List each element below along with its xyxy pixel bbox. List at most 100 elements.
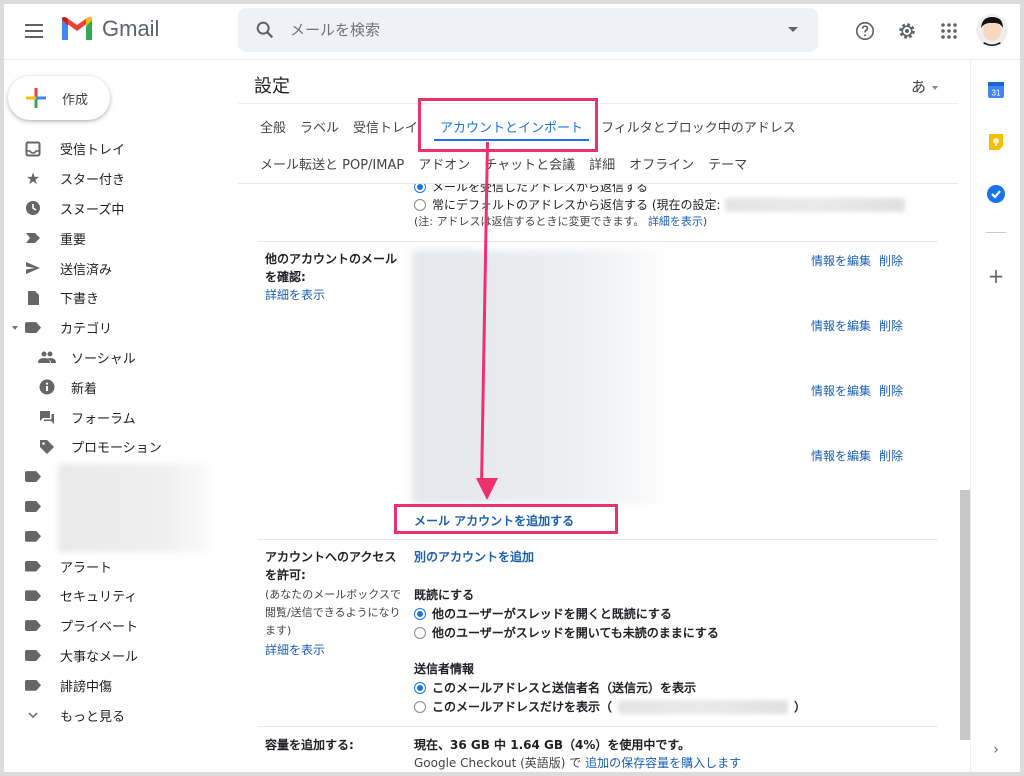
edit-info-link[interactable]: 情報を編集 xyxy=(811,254,871,268)
reply-option-received[interactable]: メールを受信したアドレスから返信する xyxy=(414,184,648,195)
tab-offline[interactable]: オフライン xyxy=(629,154,694,173)
sidebar-item-security[interactable]: セキュリティ xyxy=(4,581,234,611)
radio-button[interactable] xyxy=(414,681,426,694)
tab-forwarding[interactable]: メール転送と POP/IMAP xyxy=(260,154,404,173)
label-icon xyxy=(24,676,42,694)
sidebar-item-important[interactable]: 重要 xyxy=(4,223,234,253)
add-mail-account-link[interactable]: メール アカウントを追加する xyxy=(414,512,574,530)
expand-caret-icon[interactable] xyxy=(12,325,18,330)
account-actions: 情報を編集 削除 xyxy=(811,252,911,269)
tab-general[interactable]: 全般 xyxy=(260,117,286,136)
radio-button[interactable] xyxy=(414,198,426,211)
label-line: を許可: xyxy=(265,568,306,582)
tab-labels[interactable]: ラベル xyxy=(300,117,339,136)
sidebar-item-snoozed[interactable]: スヌーズ中 xyxy=(4,194,234,224)
sidebar-item-label-hidden[interactable] xyxy=(4,492,234,522)
search-options-icon[interactable] xyxy=(788,27,798,32)
edit-info-link[interactable]: 情報を編集 xyxy=(811,319,871,333)
main-menu-icon[interactable] xyxy=(22,20,46,44)
search-icon[interactable] xyxy=(254,19,276,41)
redacted-address xyxy=(724,197,905,212)
sidebar-item-label: 新着 xyxy=(71,381,98,397)
radio-button[interactable] xyxy=(414,184,426,193)
delete-link[interactable]: 削除 xyxy=(879,384,903,398)
input-tools-button[interactable]: あ xyxy=(911,76,938,97)
tab-accounts-import[interactable]: アカウントとインポート xyxy=(434,117,590,141)
sidebar-item-starred[interactable]: ★ スター付き xyxy=(4,164,234,194)
sender-option-name[interactable]: このメールアドレスと送信者名（送信元）を表示 xyxy=(414,679,696,696)
sidebar-item-promotions[interactable]: プロモーション xyxy=(4,432,234,462)
delete-link[interactable]: 削除 xyxy=(879,449,903,463)
search-input[interactable] xyxy=(290,21,760,39)
tab-themes[interactable]: テーマ xyxy=(708,154,747,173)
apps-grid-icon[interactable] xyxy=(936,18,962,44)
forum-icon xyxy=(38,408,56,426)
buy-storage-link[interactable]: 追加の保存容量を購入します xyxy=(585,756,741,770)
grant-access-learn-more-link[interactable]: 詳細を表示 xyxy=(265,641,325,659)
sidebar-item-important-mail[interactable]: 大事なメール xyxy=(4,641,234,671)
add-addon-icon[interactable]: + xyxy=(986,266,1006,286)
mark-read-option-open[interactable]: 他のユーザーがスレッドを開くと既読にする xyxy=(414,605,672,622)
mark-read-option-unread[interactable]: 他のユーザーがスレッドを開いても未読のままにする xyxy=(414,624,719,641)
delete-link[interactable]: 削除 xyxy=(879,254,903,268)
radio-button[interactable] xyxy=(414,700,426,713)
tasks-icon[interactable] xyxy=(986,184,1006,204)
gmail-window: Gmail 作成 xyxy=(4,4,1020,772)
send-icon xyxy=(24,259,42,277)
tab-addons[interactable]: アドオン xyxy=(418,154,470,173)
chevron-right-icon[interactable]: › xyxy=(986,740,1006,760)
chevron-down-icon xyxy=(24,706,42,724)
settings-header: 設定 あ xyxy=(238,60,958,104)
radio-label: メールを受信したアドレスから返信する xyxy=(432,184,649,194)
sidebar-item-categories[interactable]: カテゴリ xyxy=(4,313,234,343)
sidebar-item-forums[interactable]: フォーラム xyxy=(4,402,234,432)
sidebar-item-private[interactable]: プライベート xyxy=(4,611,234,641)
radio-button[interactable] xyxy=(414,626,426,639)
add-another-account-link[interactable]: 別のアカウントを追加 xyxy=(414,548,534,566)
delete-link[interactable]: 削除 xyxy=(879,319,903,333)
sidebar-item-label-hidden[interactable] xyxy=(4,521,234,551)
gmail-logo[interactable]: Gmail xyxy=(60,16,159,42)
label-icon xyxy=(24,468,42,486)
tab-filters[interactable]: フィルタとブロック中のアドレス xyxy=(601,117,796,136)
compose-button[interactable]: 作成 xyxy=(8,76,110,120)
tab-inbox[interactable]: 受信トレイ xyxy=(353,117,418,136)
tab-chat[interactable]: チャットと会議 xyxy=(484,154,575,173)
radio-label: ） xyxy=(794,700,807,714)
sender-option-address-only[interactable]: このメールアドレスだけを表示（ ） xyxy=(414,698,806,715)
sidebar-item-more[interactable]: もっと見る xyxy=(4,700,234,730)
settings-tabs: 全般 ラベル 受信トレイ アカウントとインポート フィルタとブロック中のアドレス… xyxy=(238,104,958,184)
label-icon xyxy=(24,557,42,575)
sidebar-item-updates[interactable]: 新着 xyxy=(4,372,234,402)
edit-info-link[interactable]: 情報を編集 xyxy=(811,384,871,398)
check-mail-learn-more-link[interactable]: 詳細を表示 xyxy=(265,286,325,304)
sidebar-item-social[interactable]: ソーシャル xyxy=(4,343,234,373)
redacted-account-list xyxy=(412,250,674,504)
nav-list: 受信トレイ ★ スター付き スヌーズ中 重要 送信済み 下書き カテゴリ ソーシ… xyxy=(4,134,234,730)
desc-line: 閲覧/送信できるようになり xyxy=(265,606,401,619)
reply-note: (注: アドレスは返信するときに変更できます。 詳細を表示) xyxy=(414,213,707,231)
tab-advanced[interactable]: 詳細 xyxy=(589,154,615,173)
side-panel: 31 + › xyxy=(970,60,1020,772)
settings-gear-icon[interactable] xyxy=(894,18,920,44)
search-bar xyxy=(238,8,818,52)
sidebar-item-slander[interactable]: 誹謗中傷 xyxy=(4,670,234,700)
settings-panel: 設定 あ 全般 ラベル 受信トレイ アカウントとインポート フィルタとブロック中… xyxy=(238,60,958,772)
label-icon xyxy=(24,319,42,337)
main-scrollbar[interactable] xyxy=(960,490,970,740)
keep-icon[interactable] xyxy=(986,132,1006,152)
radio-button[interactable] xyxy=(414,607,426,620)
calendar-icon[interactable]: 31 xyxy=(986,80,1006,100)
storage-label: 容量を追加する: xyxy=(265,738,354,752)
reply-learn-more-link[interactable]: 詳細を表示 xyxy=(648,215,703,228)
edit-info-link[interactable]: 情報を編集 xyxy=(811,449,871,463)
sidebar-item-label-hidden[interactable] xyxy=(4,462,234,492)
sidebar-item-drafts[interactable]: 下書き xyxy=(4,283,234,313)
sidebar-item-alert[interactable]: アラート xyxy=(4,551,234,581)
desc-line: (あなたのメールボックスで xyxy=(265,588,401,601)
label-icon xyxy=(24,587,42,605)
help-icon[interactable] xyxy=(852,18,878,44)
sidebar-item-sent[interactable]: 送信済み xyxy=(4,253,234,283)
account-avatar[interactable] xyxy=(976,14,1008,46)
sidebar-item-inbox[interactable]: 受信トレイ xyxy=(4,134,234,164)
